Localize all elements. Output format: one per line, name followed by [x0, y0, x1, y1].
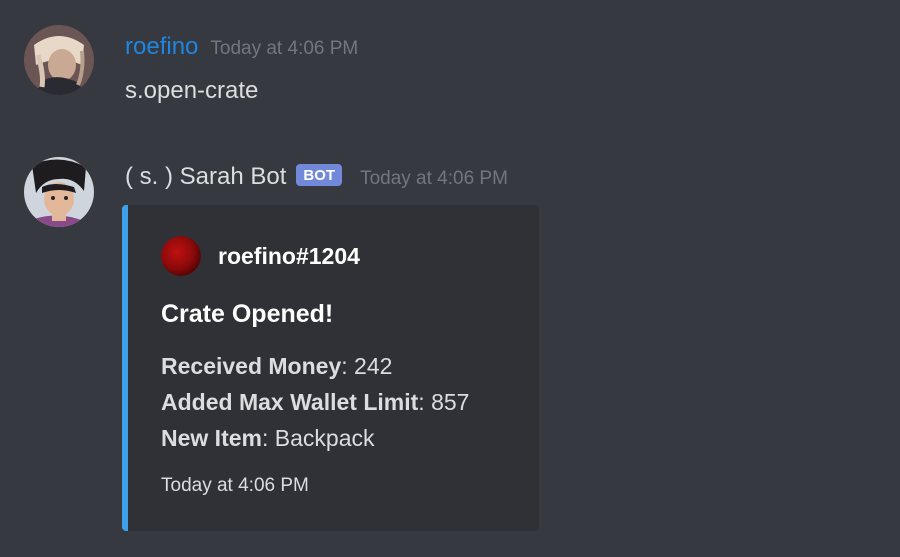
field-value: 857 — [431, 389, 470, 415]
bot-avatar[interactable] — [24, 157, 94, 227]
field-value: 242 — [354, 353, 393, 379]
embed: roefino#1204 Crate Opened! Received Mone… — [122, 205, 539, 531]
username[interactable]: roefino — [125, 33, 198, 61]
field-label: New Item — [161, 425, 262, 451]
field-label: Received Money — [161, 353, 342, 379]
field-separator: : — [261, 425, 275, 451]
red-circle-avatar-icon — [161, 236, 201, 276]
message-header: roefino Today at 4:06 PM — [125, 33, 358, 61]
user-avatar-icon — [24, 25, 94, 95]
field-value: Backpack — [274, 425, 375, 451]
message-content: s.open-crate — [125, 77, 259, 104]
message-timestamp: Today at 4:06 PM — [210, 38, 359, 59]
embed-footer-timestamp: Today at 4:06 PM — [161, 475, 309, 496]
message-timestamp: Today at 4:06 PM — [360, 168, 508, 189]
field-new-item: New Item: Backpack — [161, 420, 469, 456]
field-separator: : — [341, 353, 355, 379]
user-avatar[interactable] — [24, 25, 94, 95]
embed-title: Crate Opened! — [161, 300, 334, 328]
field-added-max-wallet-limit: Added Max Wallet Limit: 857 — [161, 384, 469, 420]
embed-author-name: roefino#1204 — [218, 242, 360, 269]
embed-fields: Received Money: 242 Added Max Wallet Lim… — [161, 348, 469, 456]
message-header: ( s. ) Sarah Bot BOT Today at 4:06 PM — [125, 163, 508, 191]
username[interactable]: ( s. ) Sarah Bot — [125, 163, 286, 191]
field-separator: : — [418, 389, 432, 415]
field-label: Added Max Wallet Limit — [161, 389, 419, 415]
bot-tag: BOT — [296, 164, 343, 186]
bot-avatar-icon — [24, 157, 94, 227]
field-received-money: Received Money: 242 — [161, 348, 469, 384]
embed-author: roefino#1204 — [161, 236, 360, 276]
